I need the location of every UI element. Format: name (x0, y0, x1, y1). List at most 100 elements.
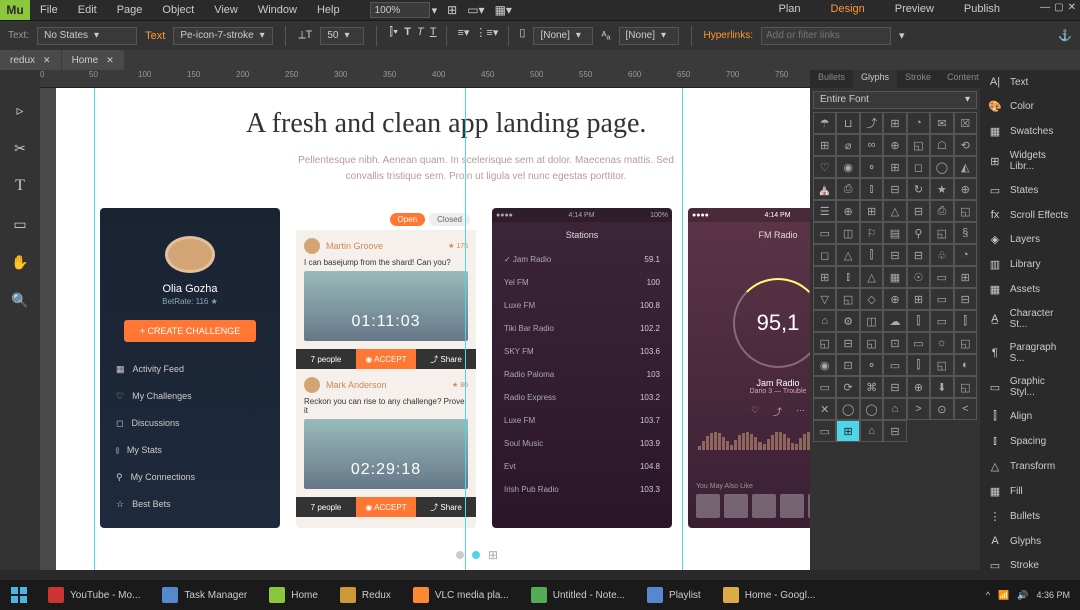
text-toggle[interactable]: Text (145, 30, 165, 42)
glyph-cell[interactable]: ↻ (907, 178, 930, 200)
glyph-cell[interactable]: ☁ (883, 310, 906, 332)
taskbar-item[interactable]: YouTube - Mo... (38, 583, 150, 607)
mockup-feed-app[interactable]: Open Closed Martin Groove★ 175 I can bas… (296, 208, 476, 528)
close-tab-icon[interactable]: ✕ (43, 55, 51, 66)
tab-stroke[interactable]: Stroke (897, 70, 939, 88)
glyph-cell[interactable]: ⌂ (860, 420, 883, 442)
panel-glyphs[interactable]: AGlyphs (980, 529, 1080, 553)
taskbar-item[interactable]: Home (259, 583, 328, 607)
add-dot-icon[interactable]: ⊞ (488, 548, 498, 562)
glyph-cell[interactable]: ⊞ (813, 134, 836, 156)
glyph-cell[interactable]: ♡ (813, 156, 836, 178)
glyph-cell[interactable]: △ (860, 266, 883, 288)
glyph-cell[interactable]: ◱ (954, 332, 977, 354)
close-window-icon[interactable]: ✕ (1068, 2, 1076, 13)
glyph-cell[interactable]: ⎙ (930, 200, 953, 222)
glyph-cell[interactable]: ⚙ (836, 310, 859, 332)
glyph-cell[interactable]: < (954, 398, 977, 420)
anchor-icon[interactable]: ⚓ (1058, 29, 1072, 42)
tab-plan[interactable]: Plan (779, 0, 801, 18)
glyph-cell[interactable]: ★ (930, 178, 953, 200)
glyph-cell[interactable]: ⎙ (836, 178, 859, 200)
font-size-input[interactable]: 50▾ (320, 27, 364, 45)
glyph-cell[interactable]: ⟳ (836, 376, 859, 398)
dot[interactable] (456, 551, 464, 559)
glyph-cell[interactable]: ▭ (930, 266, 953, 288)
taskbar-item[interactable]: VLC media pla... (403, 583, 519, 607)
glyph-cell[interactable]: ⊟ (907, 244, 930, 266)
italic-icon[interactable]: T (417, 26, 424, 46)
glyph-cell[interactable]: ☰ (813, 200, 836, 222)
glyph-cell[interactable]: △ (836, 244, 859, 266)
hyperlink-input[interactable] (761, 27, 891, 45)
glyph-cell[interactable]: ⊕ (883, 288, 906, 310)
list-icon[interactable]: ⋮≡▾ (475, 26, 498, 46)
glyph-cell[interactable]: ∞ (860, 134, 883, 156)
glyph-cell[interactable]: ▭ (930, 288, 953, 310)
panel-characterst[interactable]: A̲Character St... (980, 302, 1080, 336)
font-dropdown[interactable]: Pe-icon-7-stroke▾ (173, 27, 273, 45)
glyph-cell[interactable]: ⊕ (954, 178, 977, 200)
tab-publish[interactable]: Publish (964, 0, 1000, 18)
layout-icon[interactable]: ▦▾ (495, 3, 512, 17)
glyph-cell[interactable]: ⊞ (907, 288, 930, 310)
glyph-cell[interactable]: ☉ (907, 266, 930, 288)
glyph-cell[interactable]: ▤ (883, 222, 906, 244)
taskbar-item[interactable]: Playlist (637, 583, 711, 607)
menu-file[interactable]: File (30, 4, 68, 16)
mockup-stations-app[interactable]: ●●●●4:14 PM100% Stations ✓ Jam Radio59.1… (492, 208, 672, 528)
glyph-cell[interactable]: ♧ (930, 244, 953, 266)
tray-clock[interactable]: 4:36 PM (1036, 590, 1070, 600)
tray-up-icon[interactable]: ^ (986, 590, 990, 600)
glyph-cell[interactable]: ◉ (813, 354, 836, 376)
glyph-cell[interactable]: ⊟ (883, 244, 906, 266)
menu-edit[interactable]: Edit (68, 4, 107, 16)
glyph-cell[interactable]: ✕ (813, 398, 836, 420)
glyph-cell[interactable]: ◱ (954, 376, 977, 398)
glyph-cell[interactable]: △ (883, 200, 906, 222)
glyph-cell[interactable]: ⊞ (883, 112, 906, 134)
glyph-cell[interactable]: ⊞ (813, 266, 836, 288)
glyph-cell[interactable]: ⌂ (813, 310, 836, 332)
page-headline[interactable]: A fresh and clean app landing page. (246, 108, 646, 140)
glyph-cell[interactable]: ◐ (954, 354, 977, 376)
rectangle-tool-icon[interactable]: ▭ (8, 214, 32, 234)
glyph-cell[interactable]: ☖ (930, 134, 953, 156)
panel-fill[interactable]: ▦Fill (980, 479, 1080, 504)
minimize-icon[interactable]: — (1040, 2, 1050, 13)
text-tool-icon[interactable]: T (8, 176, 32, 196)
glyph-cell[interactable]: ◉ (836, 156, 859, 178)
glyph-cell[interactable]: ⊡ (883, 332, 906, 354)
glyph-cell[interactable]: ▭ (813, 222, 836, 244)
panel-color[interactable]: 🎨Color (980, 94, 1080, 119)
panel-paragraphs[interactable]: ¶Paragraph S... (980, 336, 1080, 370)
glyph-cell[interactable]: ⊕ (836, 200, 859, 222)
tab-glyphs[interactable]: Glyphs (853, 70, 897, 88)
glyph-cell[interactable]: ⊙ (930, 398, 953, 420)
glyph-cell[interactable]: ☂ (813, 112, 836, 134)
glyph-cell[interactable]: ⫾ (860, 178, 883, 200)
glyph-cell[interactable]: ⊟ (836, 332, 859, 354)
glyph-cell[interactable]: ⬇ (930, 376, 953, 398)
panel-transform[interactable]: △Transform (980, 454, 1080, 479)
glyph-cell[interactable]: ⌀ (836, 134, 859, 156)
glyph-cell[interactable]: ◻ (907, 156, 930, 178)
glyph-cell[interactable]: ☒ (954, 112, 977, 134)
glyph-cell[interactable]: ⊞ (883, 156, 906, 178)
glyph-cell[interactable]: ◱ (860, 332, 883, 354)
glyph-cell[interactable]: ◯ (860, 398, 883, 420)
maximize-icon[interactable]: ▢ (1054, 2, 1063, 13)
panel-spacing[interactable]: ⫾Spacing (980, 429, 1080, 454)
glyph-cell[interactable]: ⚐ (860, 222, 883, 244)
taskbar-item[interactable]: Task Manager (152, 583, 257, 607)
page-subheadline[interactable]: Pellentesque nibh. Aenean quam. In scele… (281, 153, 691, 185)
panel-widgetslibr[interactable]: ⊞Widgets Libr... (980, 144, 1080, 178)
glyph-cell[interactable]: ⫿ (907, 310, 930, 332)
glyph-cell[interactable]: ⫾ (836, 266, 859, 288)
zoom-input[interactable] (370, 2, 430, 18)
arrange-icon[interactable]: ⊞ (447, 3, 457, 17)
glyph-cell[interactable]: ◯ (930, 156, 953, 178)
close-tab-icon[interactable]: ✕ (106, 55, 114, 66)
bold-icon[interactable]: T (404, 26, 411, 46)
glyph-cell[interactable]: ⊔ (836, 112, 859, 134)
